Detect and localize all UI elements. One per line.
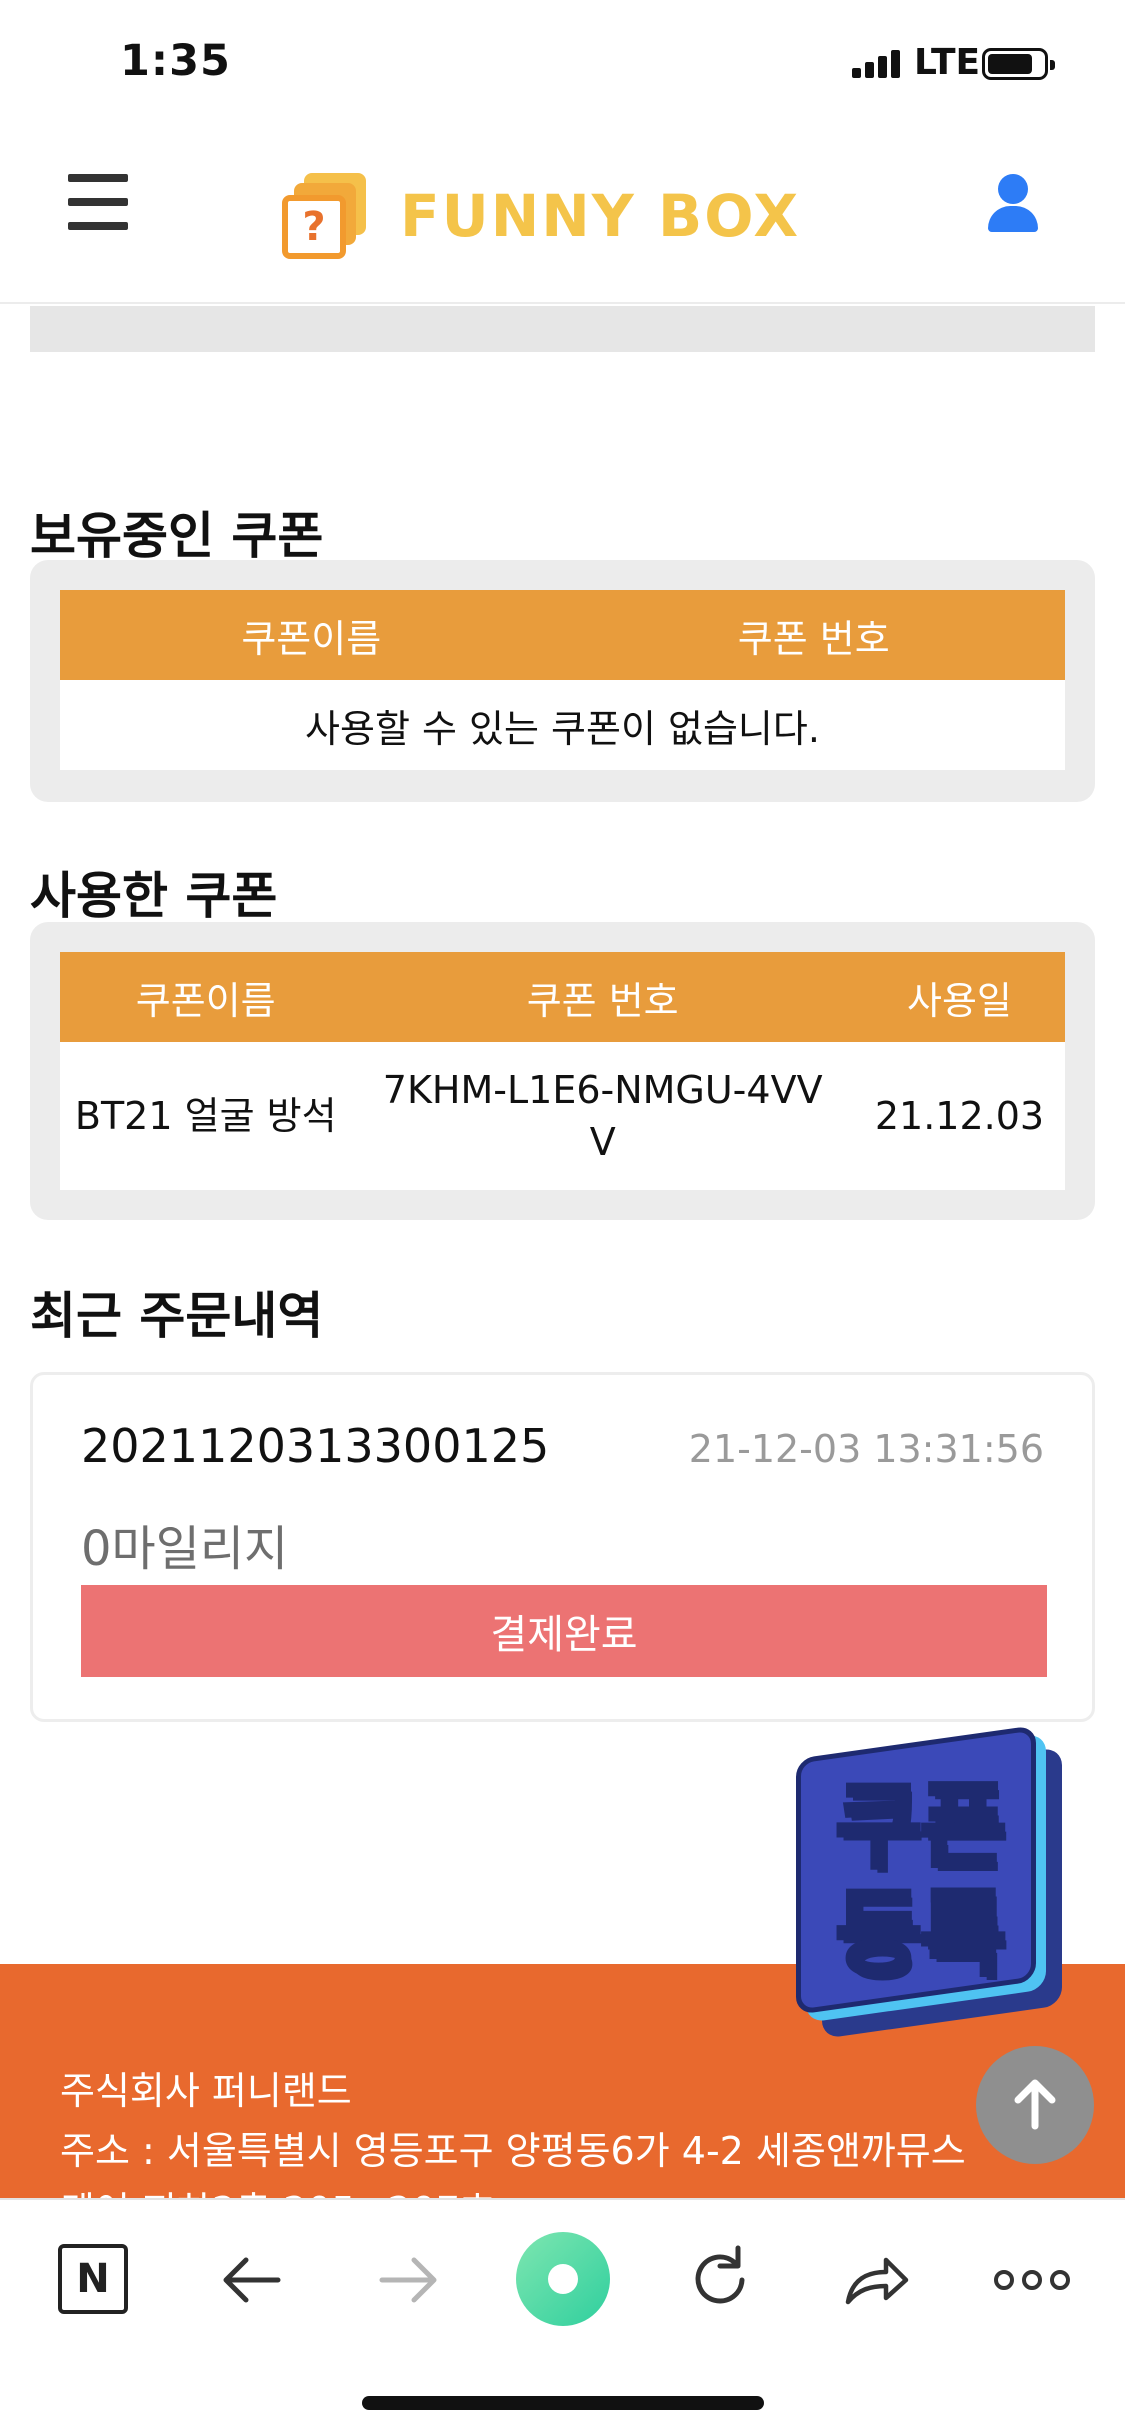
footer-company: 주식회사 퍼니랜드: [60, 2069, 352, 2113]
user-icon[interactable]: [984, 174, 1040, 236]
column-header: 쿠폰 번호: [351, 952, 854, 1042]
order-number: 2021120313300125: [81, 1419, 550, 1473]
table-row: BT21 얼굴 방석 7KHM-L1E6-NMGU-4VVV 21.12.03: [60, 1042, 1065, 1190]
order-datetime: 21-12-03 13:31:56: [688, 1427, 1044, 1471]
naver-n-icon[interactable]: N: [58, 2244, 128, 2314]
arrow-up-icon: [1014, 2079, 1056, 2130]
signal-icon: [852, 48, 904, 78]
home-green-dot-icon[interactable]: [516, 2232, 610, 2326]
column-header: 쿠폰이름: [60, 952, 352, 1042]
used-coupons-table: 쿠폰이름 쿠폰 번호 사용일 BT21 얼굴 방석 7KHM-L1E6-NMGU…: [60, 952, 1065, 1190]
status-time: 1:35: [120, 36, 231, 86]
held-coupons-table: 쿠폰이름 쿠폰 번호 사용할 수 있는 쿠폰이 없습니다.: [60, 590, 1065, 770]
column-header: 사용일: [853, 952, 1065, 1042]
held-coupons-panel: 쿠폰이름 쿠폰 번호 사용할 수 있는 쿠폰이 없습니다.: [30, 560, 1095, 802]
battery-icon: [982, 48, 1055, 80]
network-label: LTE: [914, 42, 981, 83]
more-icon[interactable]: [990, 2240, 1074, 2320]
held-coupons-title: 보유중인 쿠폰: [30, 507, 324, 565]
menu-icon[interactable]: [68, 174, 130, 230]
column-header: 쿠폰이름: [60, 590, 563, 680]
forward-arrow-icon[interactable]: [368, 2240, 448, 2320]
recent-orders-title: 최근 주문내역: [30, 1287, 324, 1345]
gray-divider: [30, 306, 1095, 352]
logo-box-icon: ?: [282, 173, 370, 259]
footer-address: 주소 : 서울특별시 영등포구 양평동6가 4-2 세종앤까뮤스: [60, 2129, 966, 2173]
coupon-code: 7KHM-L1E6-NMGU-4VVV: [382, 1068, 823, 1164]
logo-text: FUNNY BOX: [400, 182, 801, 250]
used-coupons-title: 사용한 쿠폰: [30, 867, 278, 925]
refresh-icon[interactable]: [680, 2240, 760, 2320]
coupon-used-date: 21.12.03: [874, 1094, 1045, 1138]
app-header: ? FUNNY BOX: [0, 130, 1125, 304]
empty-message: 사용할 수 있는 쿠폰이 없습니다.: [305, 706, 820, 751]
home-indicator: [362, 2396, 764, 2410]
coupon-badge-line2: 등록: [833, 1878, 1008, 1991]
share-icon[interactable]: [836, 2240, 916, 2320]
scroll-top-button[interactable]: [976, 2046, 1094, 2164]
logo[interactable]: ? FUNNY BOX: [282, 166, 800, 266]
order-card[interactable]: 2021120313300125 21-12-03 13:31:56 0마일리지…: [30, 1372, 1095, 1722]
used-coupons-panel: 쿠폰이름 쿠폰 번호 사용일 BT21 얼굴 방석 7KHM-L1E6-NMGU…: [30, 922, 1095, 1220]
order-mileage: 0마일리지: [81, 1521, 289, 1577]
back-arrow-icon[interactable]: [212, 2240, 292, 2320]
column-header: 쿠폰 번호: [562, 590, 1065, 680]
coupon-register-button[interactable]: 쿠폰 등록: [796, 1725, 1070, 2039]
status-bar: 1:35 LTE: [0, 0, 1125, 130]
order-status-button[interactable]: 결제완료: [81, 1585, 1047, 1677]
coupon-name: BT21 얼굴 방석: [74, 1094, 337, 1138]
